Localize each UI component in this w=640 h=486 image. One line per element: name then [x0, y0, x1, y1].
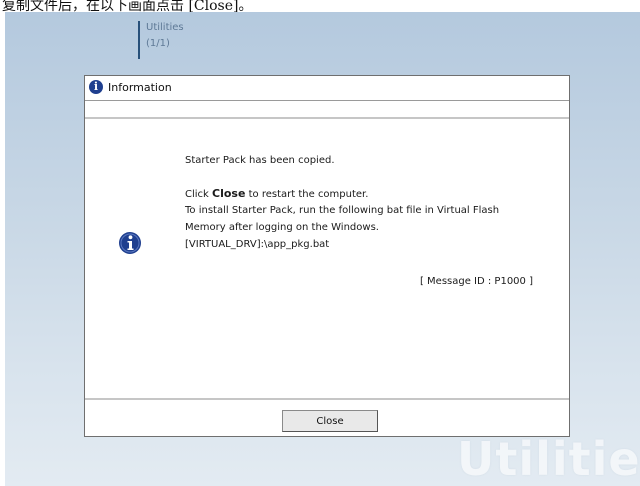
message-restart-prefix: Click [185, 189, 213, 200]
message-restart-suffix: to restart the computer. [245, 189, 369, 200]
message-install: To install Starter Pack, run the followi… [185, 205, 500, 216]
message-id: [ Message ID : P1000 ] [419, 276, 533, 287]
message-bat-path: [VIRTUAL_DRV]:\app_pkg.bat [185, 239, 330, 250]
utilities-watermark: Utilities [457, 432, 640, 486]
message-restart: Click Close to restart the computer. [185, 187, 368, 200]
info-icon: i [89, 80, 103, 94]
top-divider [85, 117, 569, 119]
header-title: Utilities [146, 22, 184, 33]
information-dialog: i Information Starter Pack has been copi… [84, 75, 570, 437]
dialog-title: Information [108, 81, 172, 94]
caption-text: 复制文件后，在以下画面点击 [Close]。 [2, 0, 253, 12]
header-page-count: (1/1) [146, 38, 170, 49]
message-memory: Memory after logging on the Windows. [185, 222, 379, 233]
utilities-screen: Utilities (1/1) Utilities i Information … [5, 12, 640, 486]
info-icon [119, 232, 141, 254]
header-accent-bar [138, 21, 140, 59]
message-copied: Starter Pack has been copied. [185, 155, 335, 166]
bottom-divider [85, 398, 569, 400]
close-button[interactable]: Close [282, 410, 378, 432]
message-restart-bold: Close [212, 187, 246, 200]
dialog-titlebar: i Information [85, 76, 569, 101]
